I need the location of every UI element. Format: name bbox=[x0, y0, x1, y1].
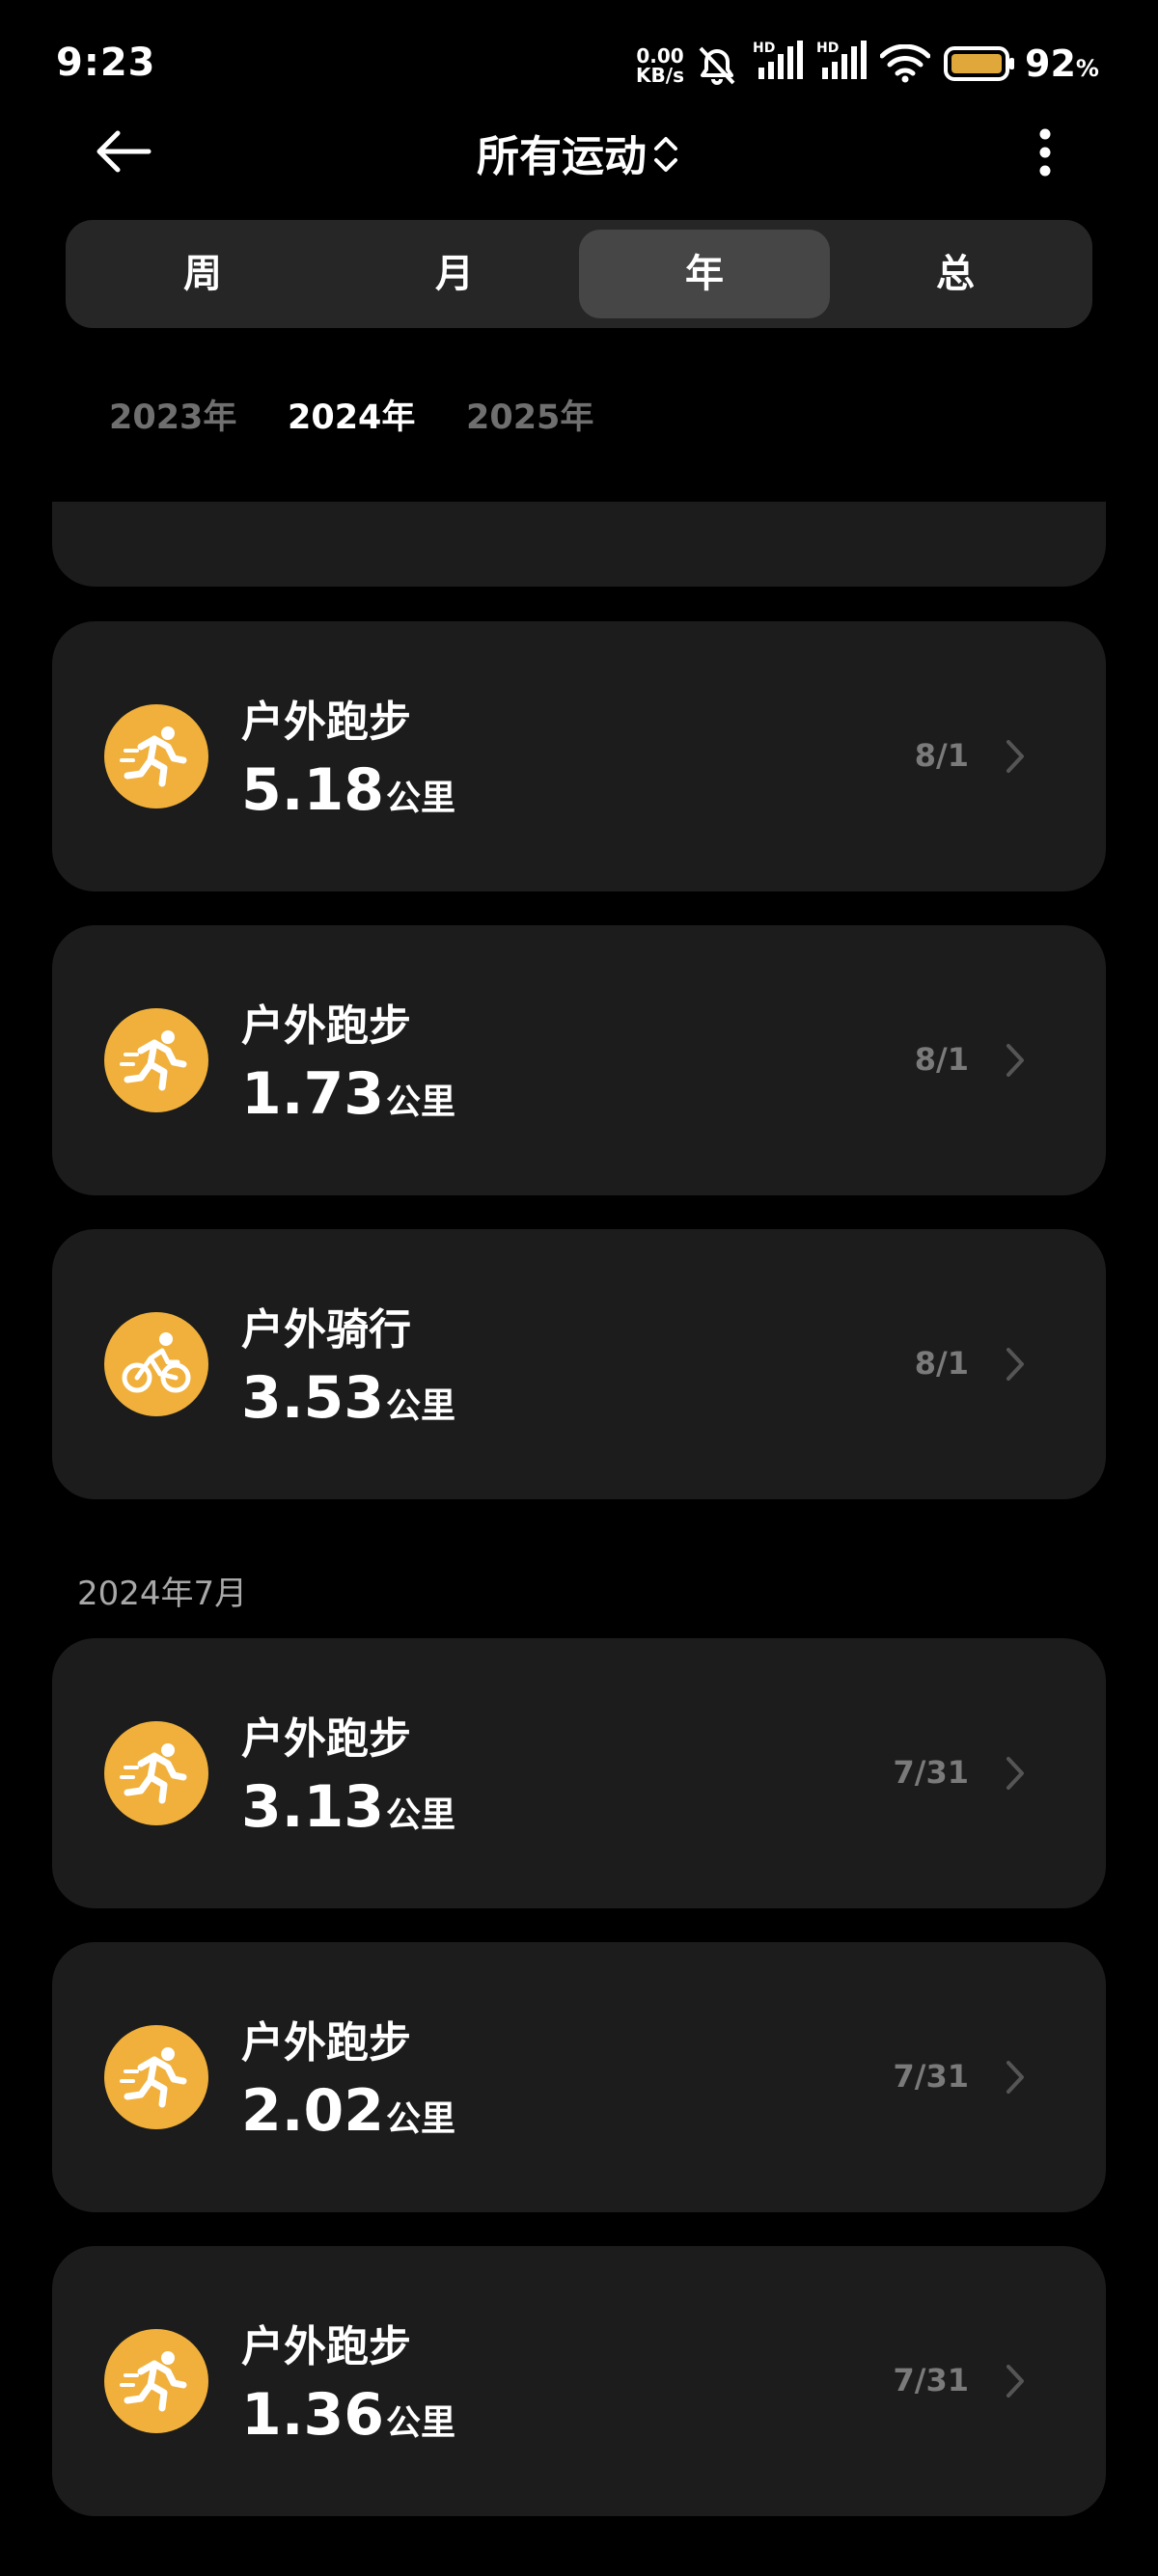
running-icon bbox=[104, 1008, 208, 1112]
year-tab-2025[interactable]: 2025年 bbox=[466, 390, 593, 439]
distance-value: 1.73 bbox=[241, 1060, 385, 1128]
year-tab-2024[interactable]: 2024年 bbox=[288, 390, 415, 439]
distance-unit: 公里 bbox=[386, 1082, 456, 1122]
page-title: 所有运动 bbox=[477, 132, 647, 181]
period-segmented-control: 周 月 年 总 bbox=[66, 220, 1092, 328]
tab-total[interactable]: 总 bbox=[830, 230, 1081, 318]
running-icon bbox=[104, 704, 208, 808]
activity-date: 7/31 bbox=[893, 2058, 969, 2095]
activity-distance: 1.73公里 bbox=[241, 1062, 455, 1135]
distance-unit: 公里 bbox=[386, 779, 456, 818]
chevron-right-icon bbox=[1004, 1345, 1027, 1387]
hd-signal-icon: HD bbox=[816, 39, 870, 87]
activity-date: 7/31 bbox=[893, 2362, 969, 2398]
activity-name: 户外跑步 bbox=[241, 1001, 411, 1051]
activity-name: 户外跑步 bbox=[241, 1714, 411, 1764]
activity-date: 7/31 bbox=[893, 1754, 969, 1791]
net-speed-value: 0.00 bbox=[636, 44, 684, 68]
activity-name: 户外跑步 bbox=[241, 2018, 411, 2068]
section-title-july: 2024年7月 bbox=[77, 1575, 248, 1613]
activity-card[interactable]: 户外跑步 1.36公里 7/31 bbox=[52, 2246, 1106, 2516]
activity-name: 户外跑步 bbox=[241, 698, 411, 747]
activity-card[interactable]: 户外跑步 3.13公里 7/31 bbox=[52, 1638, 1106, 1908]
activity-distance: 3.13公里 bbox=[241, 1775, 455, 1848]
chevron-right-icon bbox=[1004, 1754, 1027, 1796]
distance-value: 1.36 bbox=[241, 2381, 385, 2449]
more-vertical-icon bbox=[1039, 128, 1051, 177]
battery-percent: 92% bbox=[1025, 42, 1099, 85]
activity-distance: 3.53公里 bbox=[241, 1366, 455, 1439]
distance-value: 3.53 bbox=[241, 1364, 385, 1432]
svg-text:HD: HD bbox=[753, 41, 775, 56]
distance-unit: 公里 bbox=[386, 2099, 456, 2139]
chevron-right-icon bbox=[1004, 2058, 1027, 2100]
activity-card[interactable]: 户外跑步 5.18公里 8/1 bbox=[52, 621, 1106, 891]
tab-year[interactable]: 年 bbox=[579, 230, 830, 318]
activity-distance: 2.02公里 bbox=[241, 2079, 455, 2151]
distance-value: 3.13 bbox=[241, 1773, 385, 1841]
chevron-right-icon bbox=[1004, 2362, 1027, 2404]
distance-unit: 公里 bbox=[386, 1795, 456, 1835]
activity-date: 8/1 bbox=[914, 737, 969, 774]
net-speed: 0.00 KB/s bbox=[632, 46, 688, 85]
activity-date: 8/1 bbox=[914, 1345, 969, 1382]
sport-filter-dropdown[interactable]: 所有运动 bbox=[0, 122, 1158, 187]
chevron-right-icon bbox=[1004, 1041, 1027, 1083]
mute-bell-icon bbox=[693, 42, 741, 93]
status-time: 9:23 bbox=[56, 41, 156, 85]
svg-text:HD: HD bbox=[816, 41, 839, 56]
activity-card[interactable]: 户外骑行 3.53公里 8/1 bbox=[52, 1229, 1106, 1499]
activity-date: 8/1 bbox=[914, 1041, 969, 1078]
distance-unit: 公里 bbox=[386, 2403, 456, 2443]
running-icon bbox=[104, 2329, 208, 2433]
chevron-updown-icon bbox=[650, 132, 681, 187]
cycling-icon bbox=[104, 1312, 208, 1416]
hd-signal-icon: HD bbox=[753, 39, 807, 87]
running-icon bbox=[104, 2025, 208, 2129]
activity-distance: 5.18公里 bbox=[241, 758, 455, 831]
list-item[interactable] bbox=[52, 502, 1106, 587]
activity-name: 户外跑步 bbox=[241, 2322, 411, 2371]
activity-distance: 1.36公里 bbox=[241, 2383, 455, 2455]
distance-value: 2.02 bbox=[241, 2077, 385, 2145]
tab-month[interactable]: 月 bbox=[329, 230, 580, 318]
more-menu-button[interactable] bbox=[1033, 127, 1058, 181]
chevron-right-icon bbox=[1004, 737, 1027, 780]
activity-name: 户外骑行 bbox=[241, 1305, 411, 1355]
wifi-icon bbox=[879, 43, 931, 87]
year-tab-2023[interactable]: 2023年 bbox=[109, 390, 236, 439]
tab-week[interactable]: 周 bbox=[77, 230, 328, 318]
net-speed-unit: KB/s bbox=[636, 64, 684, 87]
battery-icon bbox=[944, 44, 1017, 87]
distance-value: 5.18 bbox=[241, 756, 385, 824]
running-icon bbox=[104, 1721, 208, 1825]
activity-card[interactable]: 户外跑步 1.73公里 8/1 bbox=[52, 925, 1106, 1195]
distance-unit: 公里 bbox=[386, 1386, 456, 1426]
activity-card[interactable]: 户外跑步 2.02公里 7/31 bbox=[52, 1942, 1106, 2212]
